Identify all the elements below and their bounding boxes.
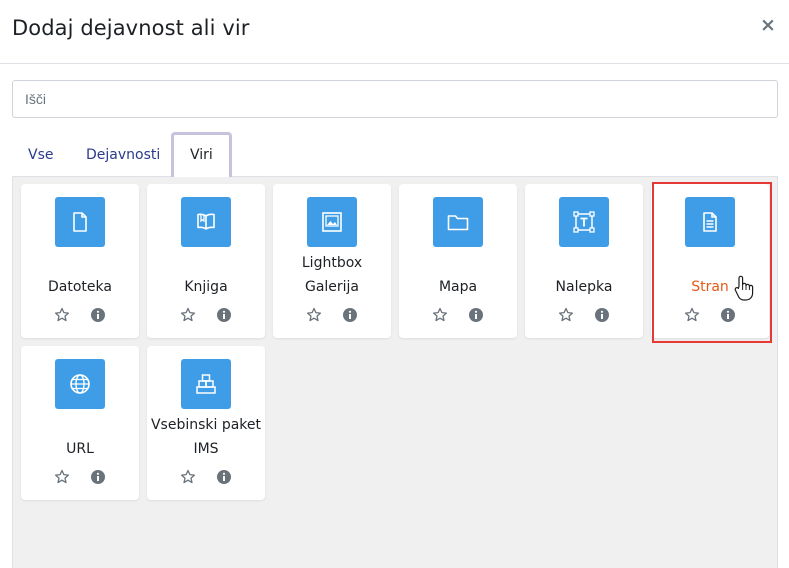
resource-card-url[interactable]: URL	[21, 346, 139, 500]
gallery-icon	[307, 197, 357, 247]
highlight-box	[652, 182, 772, 343]
info-icon[interactable]	[90, 307, 106, 323]
info-icon[interactable]	[216, 469, 232, 485]
file-icon	[55, 197, 105, 247]
resource-name: URL	[66, 441, 94, 457]
tab-resources[interactable]: Viri	[171, 132, 232, 177]
add-activity-dialog: Dodaj dejavnost ali vir × Vse Dejavnosti…	[0, 0, 789, 568]
info-icon[interactable]	[216, 307, 232, 323]
resource-card-knjiga[interactable]: Knjiga	[147, 184, 265, 338]
tab-all[interactable]: Vse	[12, 132, 69, 177]
dialog-header: Dodaj dejavnost ali vir ×	[0, 0, 789, 64]
resource-card-datoteka[interactable]: Datoteka	[21, 184, 139, 338]
package-icon	[181, 359, 231, 409]
tab-activities[interactable]: Dejavnosti	[70, 132, 176, 177]
resource-name: Knjiga	[184, 279, 228, 295]
resource-card-vsebinski-paket-ims[interactable]: Vsebinski paket IMS	[147, 346, 265, 500]
book-icon	[181, 197, 231, 247]
info-icon[interactable]	[342, 307, 358, 323]
info-icon[interactable]	[90, 469, 106, 485]
resource-name: Datoteka	[48, 279, 112, 295]
info-icon[interactable]	[594, 307, 610, 323]
star-icon[interactable]	[180, 469, 196, 485]
resource-name: Lightbox	[301, 255, 363, 271]
folder-icon	[433, 197, 483, 247]
resource-name: Nalepka	[555, 279, 613, 295]
resource-card-nalepka[interactable]: Nalepka	[525, 184, 643, 338]
close-icon[interactable]: ×	[760, 14, 776, 36]
star-icon[interactable]	[432, 307, 448, 323]
resource-name: Vsebinski paket	[150, 417, 262, 433]
tab-bar: Vse Dejavnosti Viri	[12, 132, 778, 177]
resource-name: Mapa	[438, 279, 478, 295]
resource-name-line2: IMS	[193, 441, 219, 457]
hand-cursor-icon	[734, 275, 754, 301]
star-icon[interactable]	[558, 307, 574, 323]
star-icon[interactable]	[180, 307, 196, 323]
dialog-title: Dodaj dejavnost ali vir	[12, 16, 250, 40]
resource-name-line2: Galerija	[304, 279, 360, 295]
resource-card-mapa[interactable]: Mapa	[399, 184, 517, 338]
globe-icon	[55, 359, 105, 409]
search-input[interactable]	[12, 80, 778, 118]
star-icon[interactable]	[54, 469, 70, 485]
info-icon[interactable]	[468, 307, 484, 323]
star-icon[interactable]	[306, 307, 322, 323]
resource-card-lightbox-galerija[interactable]: Lightbox Galerija	[273, 184, 391, 338]
star-icon[interactable]	[54, 307, 70, 323]
label-icon	[559, 197, 609, 247]
